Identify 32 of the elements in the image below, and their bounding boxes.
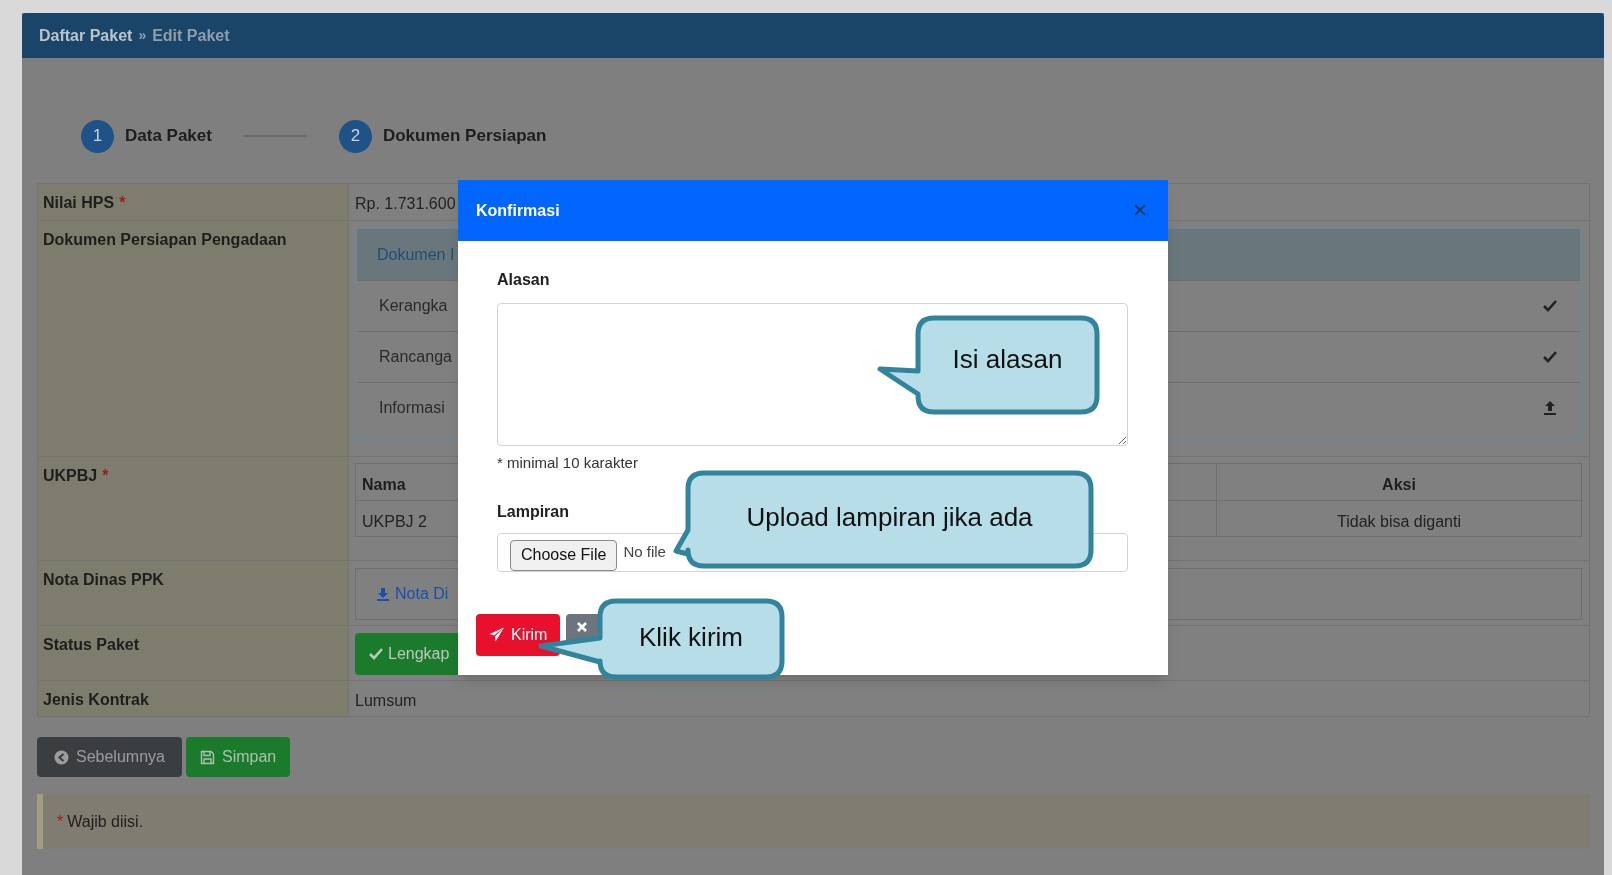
callout-text: Klik kirim: [639, 620, 743, 654]
field-label: Nota Dinas PPK: [43, 571, 164, 588]
field-label: Lampiran: [497, 501, 569, 522]
file-status: No file: [623, 541, 666, 562]
required-mark: *: [102, 467, 109, 484]
field-label: Jenis Kontrak: [43, 691, 149, 708]
choose-file-button[interactable]: Choose File: [510, 539, 618, 571]
breadcrumb-link[interactable]: Daftar Paket: [39, 23, 133, 48]
back-button[interactable]: Sebelumnya: [37, 737, 182, 777]
field-label: UKPBJ: [43, 467, 98, 484]
field-label: Nilai HPS: [43, 194, 115, 211]
field-value: Rp. 1.731.600: [355, 195, 456, 212]
table-cell-text: Tidak bisa diganti: [1336, 512, 1462, 532]
breadcrumb-separator: »: [138, 26, 147, 45]
panel-header: Dokumen I: [377, 244, 455, 265]
field-label: Dokumen Persiapan Pengadaan: [43, 231, 287, 248]
dialog-title: Konfirmasi: [476, 200, 560, 221]
step-number: 2: [338, 119, 372, 153]
field-value: Lumsum: [355, 692, 417, 709]
save-button[interactable]: Simpan: [185, 737, 291, 777]
callout-text: Isi alasan: [952, 342, 1063, 376]
required-note: * Wajib diisi.: [57, 811, 144, 832]
step-label: Data Paket: [125, 125, 212, 148]
field-label: Alasan: [497, 270, 550, 290]
field-label: Status Paket: [43, 636, 140, 653]
breadcrumb-current: Edit Paket: [152, 25, 230, 46]
required-mark: *: [119, 194, 126, 211]
callout-text: Upload lampiran jika ada: [746, 501, 1033, 534]
step-number: 1: [81, 119, 114, 153]
step-label: Dokumen Persiapan: [382, 125, 547, 148]
column-header: Aksi: [1381, 475, 1417, 495]
send-button[interactable]: Kirim: [476, 613, 561, 656]
